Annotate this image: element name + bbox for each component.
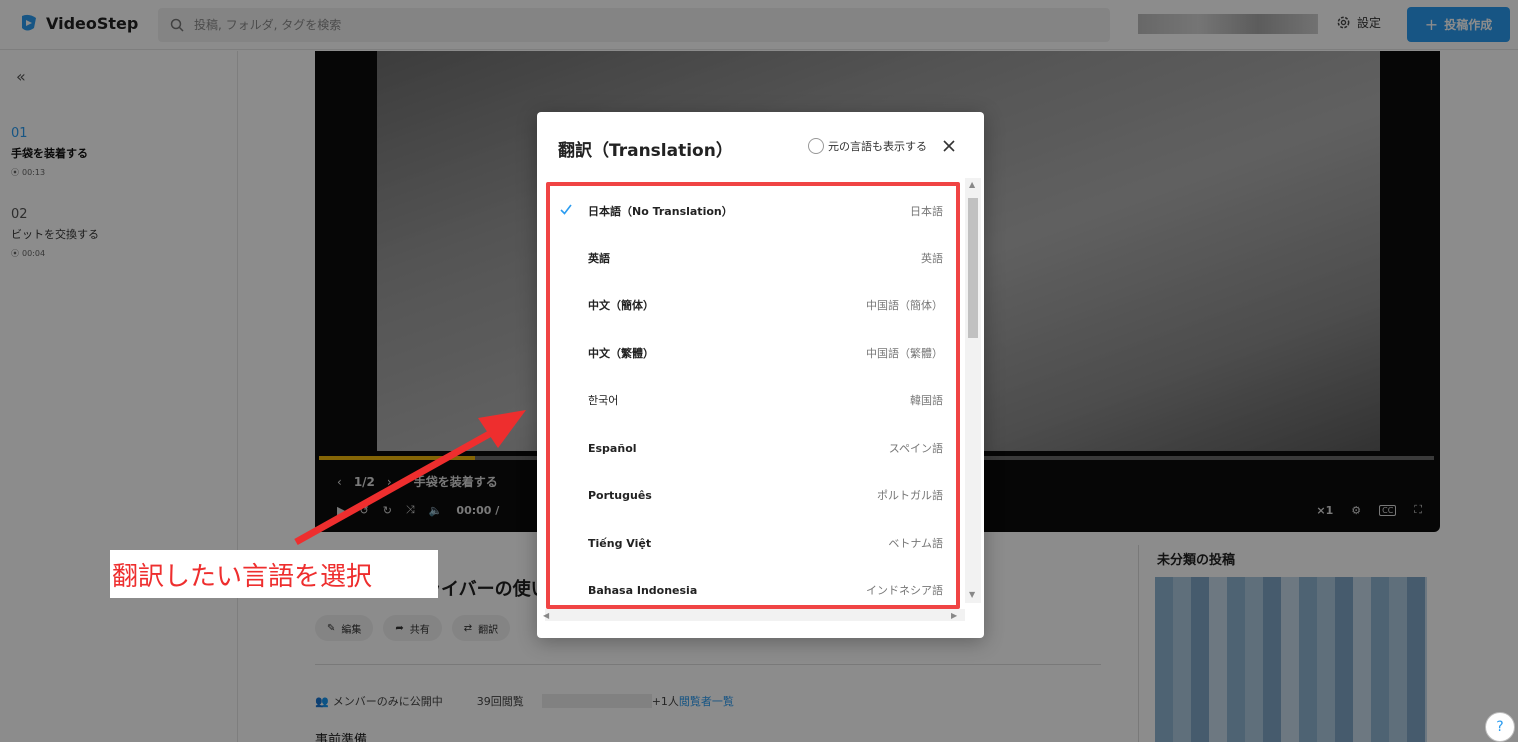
scroll-down-icon[interactable]: ▼ bbox=[969, 590, 975, 599]
dialog-title: 翻訳（Translation） bbox=[558, 141, 733, 161]
annotation-label: 翻訳したい言語を選択 bbox=[110, 550, 438, 598]
radio-button[interactable] bbox=[808, 138, 824, 154]
close-icon[interactable] bbox=[941, 138, 957, 154]
highlight-box bbox=[546, 182, 960, 609]
scrollbar-thumb[interactable] bbox=[968, 198, 978, 338]
show-original-label: 元の言語も表示する bbox=[828, 140, 927, 153]
horizontal-scrollbar[interactable] bbox=[545, 609, 965, 621]
page: VideoStep 設定 + 投稿作成 « 01 手袋を装着する bbox=[0, 0, 1518, 742]
show-original-toggle[interactable]: 元の言語も表示する bbox=[808, 138, 927, 154]
scroll-up-icon[interactable]: ▲ bbox=[969, 180, 975, 189]
help-button[interactable]: ? bbox=[1485, 712, 1515, 742]
scroll-right-icon[interactable]: ▶ bbox=[951, 611, 957, 620]
scroll-left-icon[interactable]: ◀ bbox=[543, 611, 549, 620]
